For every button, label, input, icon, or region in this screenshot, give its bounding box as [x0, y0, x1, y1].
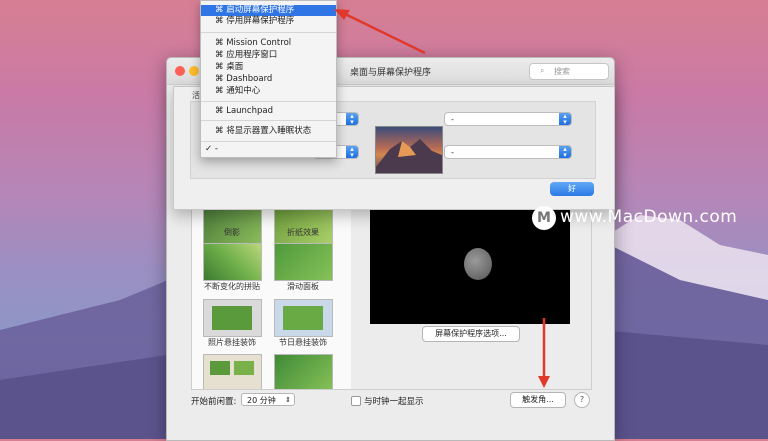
- arrow-to-hot-corners-head: [538, 376, 550, 388]
- watermark-logo: M: [532, 206, 556, 230]
- arrow-to-menu-line: [342, 11, 426, 55]
- watermark-text: www.MacDown.com: [560, 207, 738, 227]
